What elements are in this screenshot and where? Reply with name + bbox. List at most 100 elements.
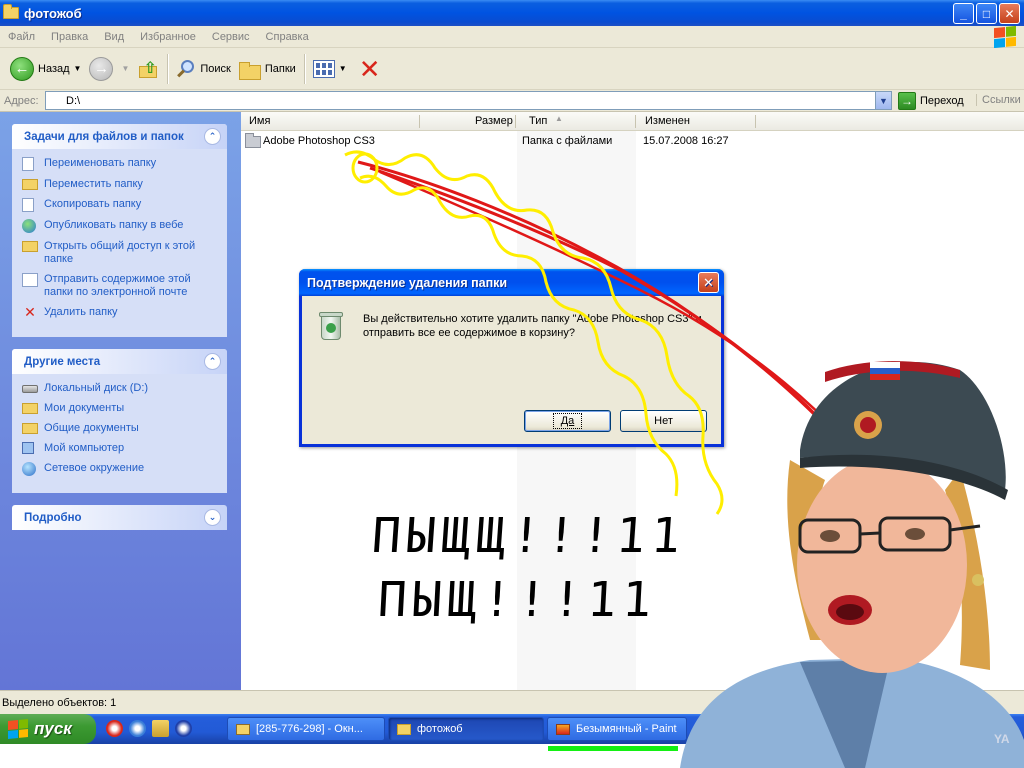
place-shared-documents[interactable]: Общие документы — [22, 422, 219, 435]
task-label: Отправить содержимое этой папки по элект… — [44, 273, 191, 298]
menu-view[interactable]: Вид — [96, 31, 132, 43]
menu-favorites[interactable]: Избранное — [132, 31, 204, 43]
task-label: Скопировать папку — [44, 198, 142, 210]
folder-icon[interactable] — [152, 720, 169, 737]
menu-bar: Файл Правка Вид Избранное Сервис Справка — [0, 25, 1024, 49]
other-places-header[interactable]: Другие места ⌃ — [12, 349, 227, 374]
column-name[interactable]: Имя — [249, 115, 270, 127]
menu-edit[interactable]: Правка — [43, 31, 96, 43]
column-modified[interactable]: Изменен — [645, 115, 690, 127]
start-label: пуск — [34, 719, 72, 738]
column-size[interactable]: Размер — [475, 115, 513, 127]
window-title-bar[interactable]: фотожоб _ □ ✕ — [0, 0, 1024, 26]
go-button[interactable]: → Переход — [898, 92, 964, 110]
delete-button[interactable]: ✕ — [351, 52, 385, 86]
taskbar-item-paint[interactable]: Безымянный - Paint — [547, 717, 687, 741]
maximize-button[interactable]: □ — [976, 3, 997, 24]
browser-icon[interactable] — [175, 720, 192, 737]
dialog-title-bar[interactable]: Подтверждение удаления папки ✕ — [299, 269, 724, 296]
column-type[interactable]: Тип — [529, 115, 547, 127]
column-divider[interactable] — [755, 115, 756, 128]
search-icon — [176, 59, 196, 79]
taskbar-item-label: [285-776-298] - Окн... — [256, 723, 363, 735]
place-network[interactable]: Сетевое окружение — [22, 462, 219, 476]
opera-icon[interactable] — [106, 720, 123, 737]
address-label: Адрес: — [4, 94, 39, 107]
go-arrow-icon: → — [898, 92, 916, 110]
back-dropdown-icon[interactable]: ▼ — [74, 64, 82, 73]
minimize-button[interactable]: _ — [953, 3, 974, 24]
window-controls: _ □ ✕ — [953, 3, 1020, 24]
quick-launch — [106, 720, 192, 737]
computer-icon — [22, 442, 34, 454]
task-copy-folder[interactable]: Скопировать папку — [22, 198, 219, 212]
place-my-computer[interactable]: Мой компьютер — [22, 442, 219, 455]
taskbar-item-explorer[interactable]: фотожоб — [388, 717, 544, 741]
task-rename-folder[interactable]: Переименовать папку — [22, 157, 219, 171]
folder-icon — [397, 723, 411, 735]
no-button[interactable]: Нет — [620, 410, 707, 432]
dialog-close-button[interactable]: ✕ — [698, 272, 719, 293]
task-label: Переименовать папку — [44, 157, 157, 169]
views-button[interactable]: ▼ — [309, 52, 351, 86]
ie-icon[interactable] — [129, 720, 146, 737]
file-tasks-header[interactable]: Задачи для файлов и папок ⌃ — [12, 124, 227, 149]
task-share-folder[interactable]: Открыть общий доступ к этой папке — [22, 240, 219, 266]
column-divider[interactable] — [419, 115, 420, 128]
sort-arrow-icon: ▲ — [555, 114, 563, 123]
toolbar-separator — [167, 53, 169, 84]
file-tasks-panel: Задачи для файлов и папок ⌃ Переименоват… — [12, 124, 227, 337]
task-delete-folder[interactable]: ✕ Удалить папку — [22, 305, 219, 320]
taskbar-item-remote[interactable]: [285-776-298] - Окн... — [227, 717, 385, 741]
menu-help[interactable]: Справка — [258, 31, 317, 43]
views-dropdown-icon[interactable]: ▼ — [339, 64, 347, 73]
column-divider[interactable] — [635, 115, 636, 128]
collapse-chevron-icon[interactable]: ⌃ — [204, 353, 221, 370]
task-publish-web[interactable]: Опубликовать папку в вебе — [22, 219, 219, 233]
toolbar-separator — [303, 53, 305, 84]
delete-confirm-dialog: Подтверждение удаления папки ✕ Вы действ… — [299, 269, 724, 447]
place-local-disk[interactable]: Локальный диск (D:) — [22, 382, 219, 395]
expand-chevron-icon[interactable]: ⌄ — [204, 509, 221, 526]
scribble-text-line-1: ПЫЩЩ!!!11 — [370, 508, 689, 564]
start-button[interactable]: пуск — [0, 714, 96, 744]
chevron-down-icon[interactable]: ▼ — [875, 92, 891, 109]
menu-tools[interactable]: Сервис — [204, 31, 258, 43]
task-email-folder[interactable]: Отправить содержимое этой папки по элект… — [22, 273, 219, 299]
details-header[interactable]: Подробно ⌄ — [12, 505, 227, 530]
forward-arrow-icon: → — [89, 56, 114, 81]
yes-button[interactable]: Да — [524, 410, 611, 432]
forward-button[interactable]: → ▼ — [85, 52, 133, 86]
address-input[interactable]: D:\ ▼ — [45, 91, 892, 110]
dialog-title: Подтверждение удаления папки — [307, 275, 508, 290]
folders-icon — [238, 60, 261, 80]
column-divider[interactable] — [515, 115, 516, 128]
details-title: Подробно — [24, 511, 82, 524]
place-my-documents[interactable]: Мои документы — [22, 402, 219, 415]
place-label: Мой компьютер — [44, 442, 125, 454]
globe-icon — [22, 219, 36, 233]
file-name[interactable]: Adobe Photoshop CS3 — [263, 135, 375, 147]
network-icon — [22, 462, 36, 476]
menu-file[interactable]: Файл — [0, 31, 43, 43]
links-button[interactable]: Ссылки — [976, 94, 1021, 106]
search-button[interactable]: Поиск — [172, 52, 234, 86]
up-folder-button[interactable]: ⇧ — [133, 52, 163, 86]
table-row[interactable]: Adobe Photoshop CS3 Папка с файлами 15.0… — [241, 133, 1024, 150]
close-button[interactable]: ✕ — [999, 3, 1020, 24]
folder-icon — [3, 4, 19, 19]
folders-button[interactable]: Папки — [235, 52, 300, 86]
copy-icon — [22, 198, 34, 212]
task-label: Удалить папку — [44, 306, 118, 318]
window-title: фотожоб — [24, 5, 82, 21]
forward-dropdown-icon[interactable]: ▼ — [121, 64, 129, 73]
task-label: Опубликовать папку в вебе — [44, 219, 184, 231]
email-icon — [22, 273, 38, 287]
folder-icon — [22, 423, 38, 434]
other-places-title: Другие места — [24, 355, 101, 368]
collapse-chevron-icon[interactable]: ⌃ — [204, 128, 221, 145]
back-arrow-icon: ← — [10, 56, 34, 81]
back-button[interactable]: ← Назад ▼ — [6, 52, 85, 86]
task-move-folder[interactable]: Переместить папку — [22, 178, 219, 191]
views-icon — [312, 59, 335, 78]
